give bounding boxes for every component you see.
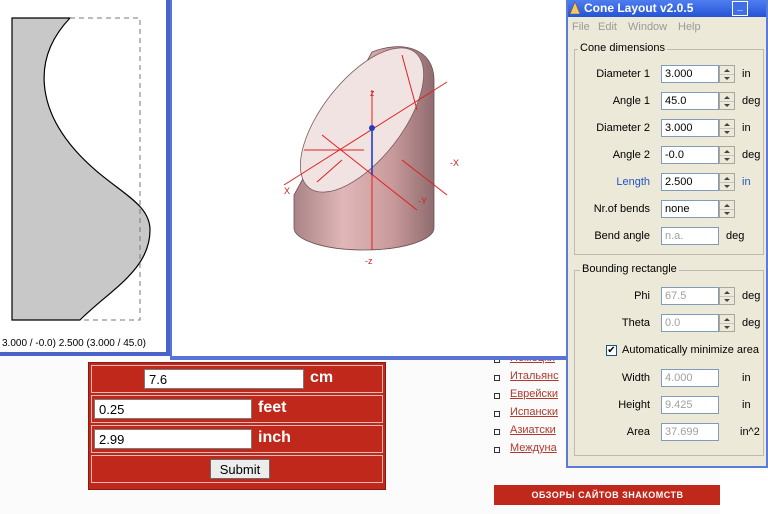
auto-minimize-label: Automatically minimize area — [622, 344, 759, 356]
cm-unit-label: cm — [310, 369, 334, 386]
feet-unit-label: feet — [258, 399, 287, 416]
bounding-rectangle-title: Bounding rectangle — [580, 263, 679, 275]
height-output: 9.425 — [661, 396, 719, 414]
converter-row-submit: Submit — [91, 455, 383, 483]
minimize-button[interactable]: _ — [732, 1, 748, 16]
angle2-label: Angle 2 — [612, 149, 650, 161]
cone-app-icon — [570, 2, 580, 14]
axis-label-x: X — [284, 186, 291, 196]
phi-spinner — [719, 287, 735, 305]
language-link-list: Немецки Итальянс Еврейски Испански Азиат… — [492, 352, 572, 460]
axis-label-neg-z: -z — [365, 256, 373, 266]
auto-minimize-checkbox[interactable]: ✔ — [606, 345, 617, 356]
angle2-spinner[interactable] — [719, 146, 735, 164]
bends-input[interactable]: none — [661, 200, 719, 218]
diameter2-spinner[interactable] — [719, 119, 735, 137]
bullet-icon — [494, 375, 500, 381]
width-label: Width — [621, 372, 650, 384]
origin-marker — [369, 125, 375, 131]
menu-file[interactable]: File — [572, 21, 590, 33]
diameter1-input[interactable]: 3.000 — [661, 65, 719, 83]
angle2-input[interactable]: -0.0 — [661, 146, 719, 164]
theta-unit: deg — [742, 317, 761, 329]
diameter2-input[interactable]: 3.000 — [661, 119, 719, 137]
page-margin — [720, 470, 768, 514]
bullet-icon — [494, 429, 500, 435]
theta-input: 0.0 — [661, 314, 719, 332]
unit-converter-form: 7.6 cm 0.25 feet 2.99 inch Submit — [88, 362, 386, 490]
bends-spinner[interactable] — [719, 200, 735, 218]
theta-label: Theta — [621, 317, 650, 329]
menu-bar: File Edit Window Help — [568, 17, 766, 37]
submit-button[interactable]: Submit — [210, 459, 270, 479]
cone-profile-drawing — [11, 17, 151, 321]
diameter1-label: Diameter 1 — [596, 68, 650, 80]
dialog-title: Cone Layout v2.0.5 — [584, 1, 694, 15]
inch-input[interactable]: 2.99 — [94, 429, 252, 449]
width-output: 4.000 — [661, 369, 719, 387]
cm-input[interactable]: 7.6 — [144, 369, 304, 389]
diameter2-label: Diameter 2 — [596, 122, 650, 134]
angle2-unit: deg — [742, 149, 761, 161]
bullet-icon — [494, 393, 500, 399]
converter-row-feet: 0.25 feet — [91, 395, 383, 423]
length-label: Length — [616, 176, 650, 188]
angle1-spinner[interactable] — [719, 92, 735, 110]
diameter1-unit: in — [742, 68, 751, 80]
3d-cone-render — [283, 46, 448, 251]
theta-spinner — [719, 314, 735, 332]
dating-reviews-banner[interactable]: ОБЗОРЫ САЙТОВ ЗНАКОМСТВ — [494, 485, 721, 505]
axis-label-neg-x: -X — [450, 158, 459, 168]
axis-label-z: z — [370, 88, 375, 98]
bullet-icon — [494, 411, 500, 417]
converter-row-inch: 2.99 inch — [91, 425, 383, 453]
area-unit: in^2 — [740, 426, 760, 438]
length-input[interactable]: 2.500 — [661, 173, 719, 191]
cone-layout-dialog: Cone Layout v2.0.5 _ File Edit Window He… — [566, 0, 768, 468]
bends-label: Nr.of bends — [593, 203, 650, 215]
axis-label-neg-y: -Y — [418, 196, 427, 206]
list-item[interactable]: Азиатски — [492, 424, 572, 442]
angle1-label: Angle 1 — [612, 95, 650, 107]
angle1-unit: deg — [742, 95, 761, 107]
list-item[interactable]: Междуна — [492, 442, 572, 460]
area-output: 37.699 — [661, 423, 719, 441]
bend-angle-unit: deg — [726, 230, 745, 242]
phi-label: Phi — [634, 290, 650, 302]
bend-angle-label: Bend angle — [594, 230, 650, 242]
height-label: Height — [618, 399, 650, 411]
dialog-titlebar[interactable]: Cone Layout v2.0.5 _ — [568, 0, 766, 17]
length-unit: in — [742, 176, 751, 188]
length-spinner[interactable] — [719, 173, 735, 191]
converter-row-cm: 7.6 cm — [91, 365, 383, 393]
list-item[interactable]: Еврейски — [492, 388, 572, 406]
inch-unit-label: inch — [258, 429, 291, 446]
menu-edit[interactable]: Edit — [598, 21, 617, 33]
list-item[interactable]: Итальянс — [492, 370, 572, 388]
area-label: Area — [626, 426, 650, 438]
profile-shape — [11, 17, 151, 321]
cone-dimensions-title: Cone dimensions — [578, 42, 667, 54]
bullet-icon — [494, 447, 500, 453]
phi-input: 67.5 — [661, 287, 719, 305]
profile-view-window: 3.000 / -0.0) 2.500 (3.000 / 45.0) — [0, 0, 170, 356]
diameter1-spinner[interactable] — [719, 65, 735, 83]
profile-caption: 3.000 / -0.0) 2.500 (3.000 / 45.0) — [2, 338, 146, 349]
phi-unit: deg — [742, 290, 761, 302]
3d-view-window[interactable]: z -z -X X -Y — [170, 0, 568, 360]
height-unit: in — [742, 399, 751, 411]
menu-window[interactable]: Window — [628, 21, 667, 33]
menu-help[interactable]: Help — [678, 21, 701, 33]
bend-angle-input: n.a. — [661, 227, 719, 245]
feet-input[interactable]: 0.25 — [94, 399, 252, 419]
width-unit: in — [742, 372, 751, 384]
list-item[interactable]: Испански — [492, 406, 572, 424]
angle1-input[interactable]: 45.0 — [661, 92, 719, 110]
diameter2-unit: in — [742, 122, 751, 134]
